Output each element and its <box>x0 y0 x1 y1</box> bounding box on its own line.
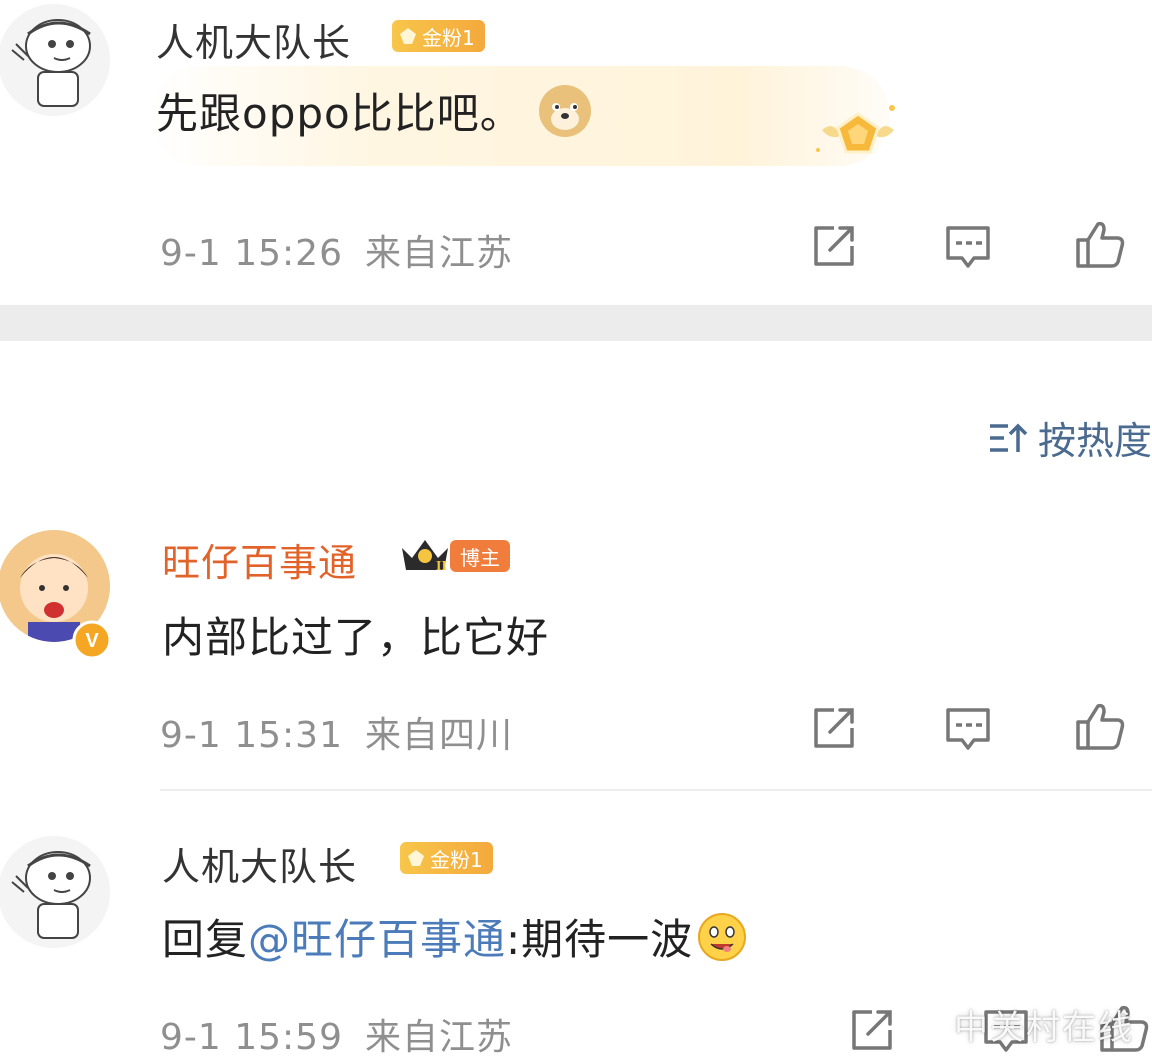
comment-meta: 9-1 15:59 来自江苏 <box>160 1008 513 1060</box>
gold-fan-wing-badge-icon <box>816 105 895 154</box>
gem-icon <box>408 850 424 866</box>
comment-location: 来自江苏 <box>365 1017 514 1058</box>
comment-text: 内部比过了，比它好 <box>162 613 550 662</box>
share-icon[interactable] <box>846 1004 898 1056</box>
avatar[interactable] <box>0 836 110 948</box>
comment-location: 来自四川 <box>365 715 514 756</box>
drool-emoji-icon <box>698 912 747 961</box>
share-icon[interactable] <box>808 220 860 272</box>
zol-logo-icon <box>910 1010 943 1039</box>
comment-time: 9-1 15:59 <box>160 1017 343 1058</box>
sort-by-hot-button[interactable]: 按热度 <box>988 410 1152 465</box>
comment-meta: 9-1 15:26 来自江苏 <box>160 224 513 276</box>
sort-label: 按热度 <box>1038 419 1152 463</box>
comment-content: 回复 @旺仔百事通:期待一波 <box>162 906 747 967</box>
crown-level-icon: II <box>402 540 448 574</box>
crown-level: II <box>436 559 447 574</box>
comment-text: 先跟oppo比比吧。 <box>156 89 523 138</box>
watermark: 中关村在线 <box>906 1000 1134 1049</box>
comment-divider <box>160 789 1152 791</box>
reply-prefix: 回复 <box>162 915 249 964</box>
verified-badge-icon: V <box>72 620 112 660</box>
gem-icon <box>400 28 416 44</box>
sort-icon <box>990 423 1028 452</box>
fan-level-badge[interactable]: 金粉1 <box>392 20 485 52</box>
comment-text: :期待一波 <box>506 915 694 964</box>
share-icon[interactable] <box>808 702 860 754</box>
watermark-label: 中关村在线 <box>954 1008 1134 1048</box>
username[interactable]: 旺仔百事通 <box>162 532 357 587</box>
avatar[interactable] <box>0 4 110 116</box>
comment-icon[interactable] <box>942 220 994 272</box>
blogger-badge[interactable]: 博主 <box>450 540 510 572</box>
section-divider <box>0 305 1152 341</box>
cartoon-boy-icon <box>0 4 110 116</box>
comment-meta: 9-1 15:31 来自四川 <box>160 706 513 758</box>
username[interactable]: 人机大队长 <box>156 12 351 67</box>
comment-location: 来自江苏 <box>365 233 514 274</box>
badge-label: 金粉1 <box>430 847 483 872</box>
verified-mark: V <box>85 630 99 652</box>
cartoon-boy-icon <box>0 836 110 948</box>
comment-content: 先跟oppo比比吧。 <box>156 80 593 141</box>
comment-icon[interactable] <box>942 702 994 754</box>
like-icon[interactable] <box>1074 700 1126 752</box>
comment-time: 9-1 15:26 <box>160 233 343 274</box>
comment-time: 9-1 15:31 <box>160 715 343 756</box>
doge-emoji-icon <box>538 84 591 137</box>
mention-link[interactable]: @旺仔百事通 <box>248 906 506 967</box>
like-icon[interactable] <box>1074 218 1126 270</box>
badge-label: 金粉1 <box>422 25 475 50</box>
fan-level-badge[interactable]: 金粉1 <box>400 842 493 874</box>
username[interactable]: 人机大队长 <box>162 836 357 891</box>
